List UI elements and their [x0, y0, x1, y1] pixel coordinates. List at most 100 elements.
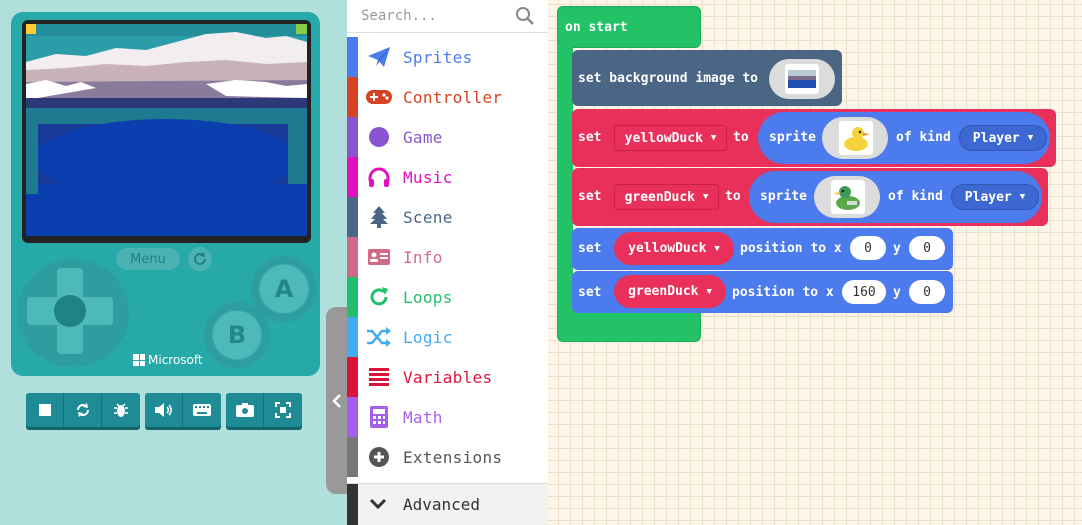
- on-start-block[interactable]: on start: [557, 6, 701, 48]
- category-math[interactable]: Math: [347, 397, 548, 437]
- dropdown-arrow-icon: ▼: [710, 133, 717, 143]
- category-color-bar: [347, 397, 358, 437]
- category-label: Extensions: [403, 447, 503, 467]
- shuffle-icon: [366, 325, 392, 349]
- on-start-label: on start: [565, 20, 628, 35]
- x-value-input[interactable]: 160: [842, 280, 886, 304]
- background-scene-image: [26, 24, 307, 236]
- of-kind-keyword: of kind: [896, 130, 951, 145]
- set-keyword: set: [578, 130, 602, 145]
- category-loops[interactable]: Loops: [347, 277, 548, 317]
- set-background-block[interactable]: set background image to: [572, 50, 842, 106]
- category-label: Music: [403, 167, 453, 187]
- search-input[interactable]: [361, 6, 511, 26]
- set-background-label: set background image to: [578, 71, 759, 86]
- category-color-bar: [347, 277, 358, 317]
- debug-icon[interactable]: [102, 393, 140, 427]
- calculator-icon: [366, 405, 392, 429]
- category-game[interactable]: Game: [347, 117, 548, 157]
- category-label: Scene: [403, 207, 453, 227]
- category-controller[interactable]: Controller: [347, 77, 548, 117]
- category-color-bar: [347, 197, 358, 237]
- headphones-icon: [366, 165, 392, 189]
- category-extensions[interactable]: Extensions: [347, 437, 548, 477]
- tree-icon: [366, 205, 392, 229]
- category-label: Advanced: [403, 495, 481, 514]
- search-icon[interactable]: [515, 6, 535, 26]
- variable-dropdown-yellowduck[interactable]: yellowDuck ▼: [614, 232, 734, 265]
- x-value-input[interactable]: 0: [850, 236, 886, 260]
- sprite-image-picker-green[interactable]: [814, 176, 880, 218]
- toolbar-group-audio: [145, 393, 221, 427]
- y-keyword: y: [893, 241, 901, 256]
- microsoft-logo-icon: [133, 354, 145, 366]
- dropdown-arrow-icon: ▼: [1019, 192, 1026, 202]
- category-color-bar: [347, 357, 358, 397]
- restart-icon[interactable]: [64, 393, 102, 427]
- category-label: Info: [403, 247, 443, 267]
- kind-dropdown[interactable]: Player ▼: [951, 184, 1039, 210]
- circle-icon: [366, 125, 392, 149]
- category-color-bar: [347, 117, 358, 157]
- loop-icon: [366, 285, 392, 309]
- category-scene[interactable]: Scene: [347, 197, 548, 237]
- category-music[interactable]: Music: [347, 157, 548, 197]
- sprite-image-picker-yellow[interactable]: [822, 117, 888, 159]
- set-yellowduck-sprite-block[interactable]: set yellowDuck ▼ to sprite of kind Playe…: [572, 109, 1056, 167]
- category-label: Logic: [403, 327, 453, 347]
- background-thumbnail-icon: [785, 64, 819, 94]
- category-color-bar: [347, 317, 358, 357]
- kind-dropdown[interactable]: Player ▼: [959, 125, 1047, 151]
- set-yellowduck-position-block[interactable]: set yellowDuck ▼ position to x 0 y 0: [572, 228, 953, 270]
- dpad-center: [54, 295, 86, 327]
- toolbox: Sprites Controller Game Music Scene Info…: [347, 0, 548, 525]
- variable-name: yellowDuck: [624, 130, 703, 146]
- b-button[interactable]: B: [212, 310, 262, 360]
- toolbar-group-view: [226, 393, 302, 427]
- game-console: Menu A B Microsoft: [11, 12, 320, 376]
- category-label: Sprites: [403, 47, 473, 67]
- microsoft-brand: Microsoft: [133, 353, 203, 367]
- image-picker[interactable]: [769, 59, 835, 99]
- id-card-icon: [366, 245, 392, 269]
- collapse-simulator-button[interactable]: [326, 307, 347, 494]
- category-label: Variables: [403, 367, 493, 387]
- dropdown-arrow-icon: ▼: [1027, 133, 1034, 143]
- screenshot-icon[interactable]: [226, 393, 264, 427]
- plus-circle-icon: [366, 445, 392, 469]
- mute-icon[interactable]: [145, 393, 183, 427]
- list-icon: [366, 365, 392, 389]
- category-color-bar: [347, 157, 358, 197]
- search-bar: [347, 0, 548, 33]
- blocks-workspace[interactable]: on start set background image to set yel…: [548, 0, 1082, 525]
- reset-icon[interactable]: [188, 247, 212, 271]
- brand-label: Microsoft: [148, 353, 203, 367]
- set-greenduck-sprite-block[interactable]: set greenDuck ▼ to sprite of kind Player…: [572, 168, 1048, 226]
- menu-button[interactable]: Menu: [116, 248, 180, 270]
- stop-icon[interactable]: [26, 393, 64, 427]
- variable-dropdown-greenduck[interactable]: greenDuck ▼: [614, 275, 726, 308]
- variable-name: greenDuck: [628, 284, 699, 299]
- keyboard-icon[interactable]: [183, 393, 221, 427]
- y-value-input[interactable]: 0: [909, 236, 945, 260]
- category-info[interactable]: Info: [347, 237, 548, 277]
- dropdown-arrow-icon: ▼: [706, 286, 712, 297]
- to-keyword: to: [725, 189, 741, 204]
- category-logic[interactable]: Logic: [347, 317, 548, 357]
- category-advanced[interactable]: Advanced: [347, 483, 548, 525]
- category-sprites[interactable]: Sprites: [347, 37, 548, 77]
- variable-dropdown-greenduck[interactable]: greenDuck ▼: [614, 184, 719, 210]
- simulator-toolbar: [26, 393, 307, 427]
- a-button[interactable]: A: [259, 264, 309, 314]
- to-keyword: to: [733, 130, 749, 145]
- variable-dropdown-yellowduck[interactable]: yellowDuck ▼: [614, 125, 727, 151]
- set-greenduck-position-block[interactable]: set greenDuck ▼ position to x 160 y 0: [572, 271, 953, 313]
- paper-plane-icon: [366, 45, 392, 69]
- kind-name: Player: [964, 189, 1012, 205]
- y-value-input[interactable]: 0: [909, 280, 945, 304]
- category-variables[interactable]: Variables: [347, 357, 548, 397]
- fullscreen-icon[interactable]: [264, 393, 302, 427]
- position-to-x-label: position to x: [740, 241, 842, 256]
- game-screen[interactable]: [26, 24, 307, 236]
- toolbar-group-run: [26, 393, 140, 427]
